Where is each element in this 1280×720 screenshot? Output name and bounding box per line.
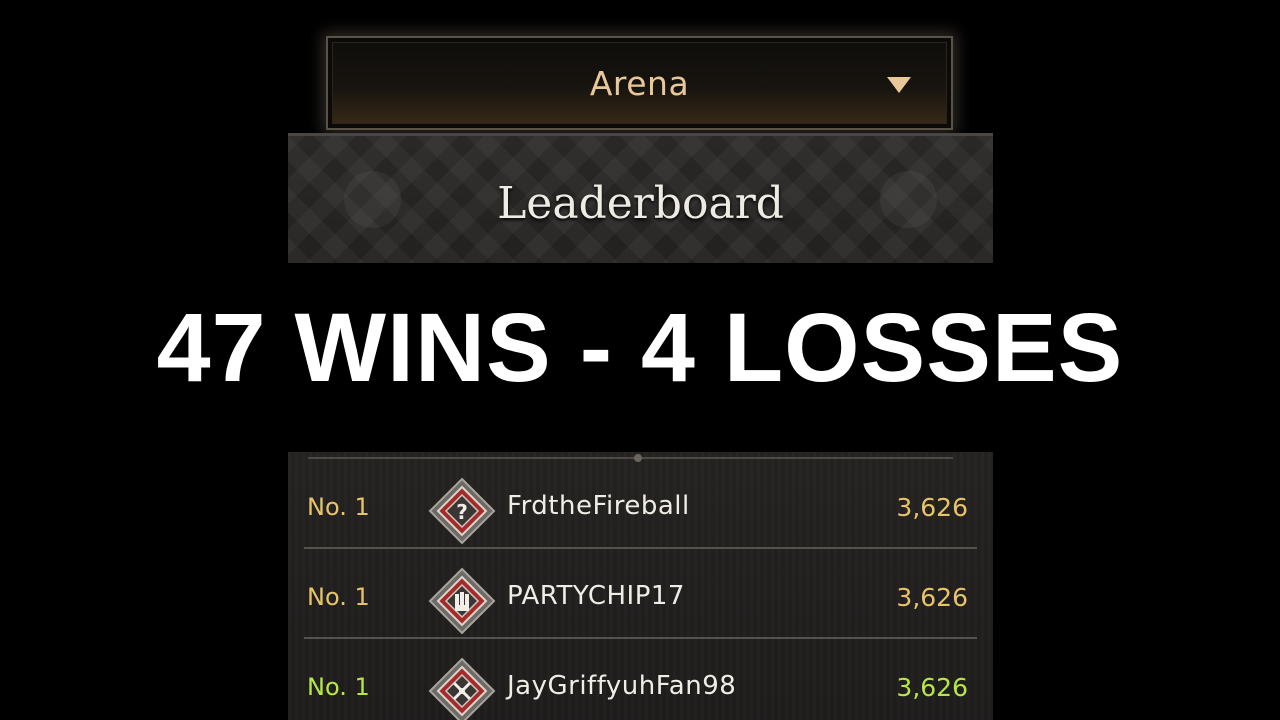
crossed-axes-emblem-icon: [428, 657, 496, 720]
leaderboard-row[interactable]: No. 1 JayGriffyuhFan98 3,626: [288, 639, 993, 720]
rank-label: No. 1: [307, 673, 370, 701]
player-score: 3,626: [896, 583, 968, 612]
overlay-headline: 47 WINS - 4 LOSSES: [156, 293, 1124, 402]
rank-label: No. 1: [307, 493, 370, 521]
leaderboard-row[interactable]: No. 1 PARTYCHIP17 3,626: [288, 549, 993, 639]
caret-down-icon[interactable]: [887, 77, 911, 93]
leaderboard-title: Leaderboard: [497, 178, 784, 229]
leaderboard-list: No. 1 ? FrdtheFireball 3,626 No. 1 PARTY…: [288, 452, 993, 720]
player-score: 3,626: [896, 673, 968, 702]
player-name: JayGriffyuhFan98: [507, 671, 737, 701]
svg-text:?: ?: [456, 500, 468, 524]
player-name: FrdtheFireball: [507, 491, 690, 521]
leaderboard-header: Leaderboard: [288, 133, 993, 263]
player-name: PARTYCHIP17: [507, 581, 685, 611]
leaderboard-row[interactable]: No. 1 ? FrdtheFireball 3,626: [288, 459, 993, 549]
fist-emblem-icon: [428, 567, 496, 635]
question-mark-emblem-icon: ?: [428, 477, 496, 545]
mode-dropdown-label: Arena: [589, 64, 690, 103]
player-score: 3,626: [896, 493, 968, 522]
mode-dropdown[interactable]: Arena: [326, 36, 953, 130]
rank-label: No. 1: [307, 583, 370, 611]
